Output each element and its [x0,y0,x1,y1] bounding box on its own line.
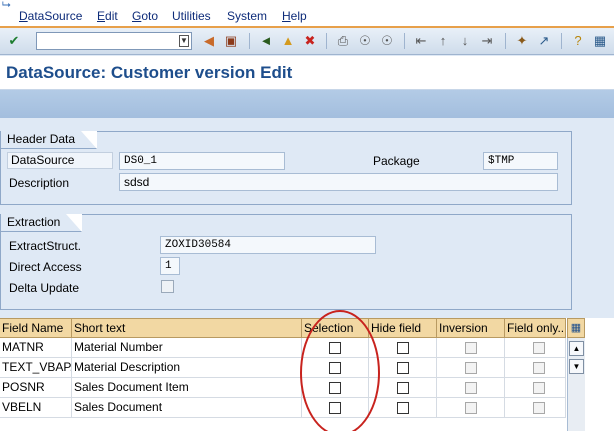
command-field[interactable]: ▼ [36,32,192,50]
hide-field-cell [369,398,437,417]
toolbar-separator [326,33,327,49]
back-arrow-icon[interactable]: ◀ [200,32,218,50]
menu-edit[interactable]: Edit [97,9,118,23]
description-label: Description [9,176,70,190]
table-header: Field Name Short text Selection Hide fie… [0,318,566,338]
header-data-group-label: Header Data [1,131,98,149]
scroll-down-icon[interactable]: ▼ [569,359,584,374]
extraction-group-label: Extraction [1,214,83,232]
direct-access-label: Direct Access [9,260,82,274]
exit-icon[interactable]: ▲ [279,32,297,50]
first-page-icon[interactable]: ⇤ [412,32,430,50]
inversion-checkbox [465,362,477,374]
menu-utilities[interactable]: Utilities [172,9,211,23]
field-only-checkbox [533,362,545,374]
field-only-cell [505,398,566,417]
table-row[interactable] [0,418,566,431]
sap-logo-icon[interactable]: ⮡ [2,0,16,12]
column-header-field-name[interactable]: Field Name [0,319,72,338]
short-text-cell: Material Number [72,338,302,357]
next-page-icon[interactable]: ↓ [456,32,474,50]
find-next-icon[interactable]: ☉ [378,32,396,50]
column-header-field-only[interactable]: Field only... [505,319,566,338]
toolbar-separator [561,33,562,49]
vertical-scrollbar[interactable]: ▲ ▼ [567,338,585,431]
extraction-group: Extraction ExtractStruct. ZOXID30584 Dir… [0,214,572,310]
menu-help[interactable]: Help [282,9,307,23]
short-text-cell: Sales Document Item [72,378,302,397]
package-label: Package [373,154,420,168]
short-text-cell: Material Description [72,358,302,377]
create-session-icon[interactable]: ✦ [513,32,531,50]
menu-datasource[interactable]: DataSource [19,9,82,23]
inversion-checkbox [465,382,477,394]
header-data-group: Header Data DataSource DS0_1 Package $TM… [0,131,572,205]
scroll-up-icon[interactable]: ▲ [569,341,584,356]
inversion-cell [437,398,505,417]
direct-access-field[interactable]: 1 [160,257,180,275]
save-icon[interactable]: ▣ [222,32,240,50]
toolbar-separator [404,33,405,49]
last-page-icon[interactable]: ⇥ [478,32,496,50]
toolbar-separator [249,33,250,49]
title-bar: DataSource: Customer version Edit [0,56,614,90]
hide-field-checkbox[interactable] [397,342,409,354]
toolbar-separator [505,33,506,49]
inversion-cell [437,338,505,357]
standard-toolbar: ✔ ▼ ◀ ▣ ◄ ▲ ✖ ⎙ ☉ ☉ ⇤ ↑ ↓ ⇥ ✦ ↗ ? ▦ [0,28,614,55]
table-row[interactable]: MATNR Material Number [0,338,566,358]
field-name-cell: VBELN [0,398,72,417]
table-row[interactable]: POSNR Sales Document Item [0,378,566,398]
previous-page-icon[interactable]: ↑ [434,32,452,50]
description-field[interactable]: sdsd [119,173,558,191]
field-name-cell: TEXT_VBAP... [0,358,72,377]
help-icon[interactable]: ? [569,32,587,50]
hide-field-cell [369,338,437,357]
print-icon[interactable]: ⎙ [334,32,352,50]
menu-goto[interactable]: Goto [132,9,158,23]
package-field[interactable]: $TMP [483,152,558,170]
column-header-short-text[interactable]: Short text [72,319,302,338]
red-highlight-circle [300,310,380,431]
hide-field-checkbox[interactable] [397,362,409,374]
field-only-cell [505,338,566,357]
hide-field-checkbox[interactable] [397,382,409,394]
delta-update-checkbox [161,280,174,293]
command-history-icon[interactable]: ▼ [179,35,189,47]
extract-struct-field[interactable]: ZOXID30584 [160,236,376,254]
back-icon[interactable]: ◄ [257,32,275,50]
table-row[interactable]: VBELN Sales Document [0,398,566,418]
find-icon[interactable]: ☉ [356,32,374,50]
field-only-checkbox [533,402,545,414]
inversion-cell [437,358,505,377]
table-settings-icon[interactable]: ▦ [567,318,585,338]
short-text-cell: Sales Document [72,398,302,417]
application-toolbar [0,90,614,118]
menu-system[interactable]: System [227,9,267,23]
extract-struct-label: ExtractStruct. [9,239,82,253]
inversion-checkbox [465,402,477,414]
field-name-cell: POSNR [0,378,72,397]
field-only-checkbox [533,342,545,354]
datasource-field[interactable]: DS0_1 [119,152,285,170]
page-title: DataSource: Customer version Edit [6,63,293,82]
layout-icon[interactable]: ▦ [591,32,609,50]
inversion-checkbox [465,342,477,354]
hide-field-checkbox[interactable] [397,402,409,414]
field-only-cell [505,378,566,397]
field-name-cell: MATNR [0,338,72,357]
inversion-cell [437,378,505,397]
shortcut-icon[interactable]: ↗ [535,32,553,50]
datasource-label: DataSource [7,152,113,169]
cancel-icon[interactable]: ✖ [301,32,319,50]
field-only-cell [505,358,566,377]
menu-bar: ⮡ DataSource Edit Goto Utilities System … [0,0,614,28]
enter-icon[interactable]: ✔ [5,32,23,50]
column-header-hide-field[interactable]: Hide field [369,319,437,338]
delta-update-label: Delta Update [9,281,80,295]
column-header-inversion[interactable]: Inversion [437,319,505,338]
field-only-checkbox [533,382,545,394]
table-row[interactable]: TEXT_VBAP... Material Description [0,358,566,378]
